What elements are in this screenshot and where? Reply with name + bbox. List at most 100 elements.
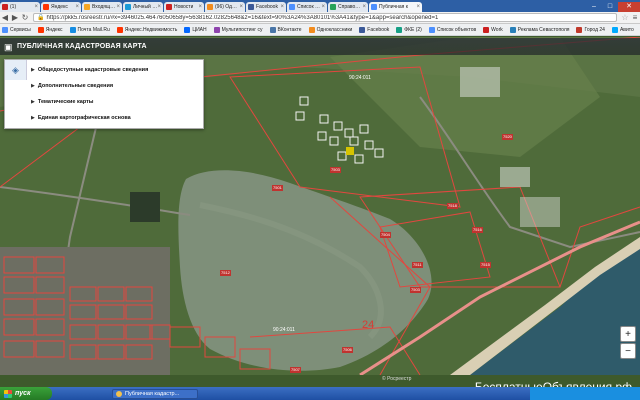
lock-icon: 🔒: [37, 15, 45, 21]
url-input[interactable]: 🔒 https://pkk5.rosreestr.ru/#x=3946025.4…: [33, 13, 617, 22]
bookmark-label: Яндекс.Недвижимость: [124, 26, 178, 33]
bookmark-favicon-icon: [2, 26, 8, 33]
bookmark-item[interactable]: Реклама Севастополя: [509, 26, 570, 33]
expand-arrow-icon: ▶: [31, 99, 35, 105]
bookmark-favicon-icon: [37, 26, 44, 33]
bookmark-item[interactable]: Авито: [611, 26, 634, 33]
browser-tab[interactable]: Личный кабин×: [123, 2, 163, 12]
map-label-kvartal-2: 90:24:011: [273, 327, 295, 333]
tab-close-icon[interactable]: ×: [198, 4, 202, 10]
map-label-parcel[interactable]: 7518: [447, 203, 458, 209]
taskbar-item-browser[interactable]: Публичная кадастр...: [112, 388, 198, 399]
bookmark-favicon-icon: [359, 26, 366, 33]
tab-favicon-icon: [289, 4, 295, 10]
bookmark-item[interactable]: Одноклассники: [308, 26, 352, 33]
map-label-parcel[interactable]: 7503: [330, 167, 341, 173]
map-label-parcel[interactable]: 7512: [220, 270, 231, 276]
panel-item-label: Общедоступные кадастровые сведения: [37, 67, 149, 73]
panel-item-basemap[interactable]: ▶ Единая картографическая основа: [31, 111, 131, 125]
maximize-button[interactable]: □: [602, 2, 618, 12]
bookmark-item[interactable]: Мультипостинг су: [213, 26, 263, 33]
browser-tab[interactable]: (1) ×: [0, 2, 40, 12]
bookmark-label: ВКонтакте: [277, 26, 302, 33]
start-button[interactable]: пуск: [0, 387, 52, 400]
tab-label: Публичная к: [379, 4, 408, 10]
system-tray: [530, 387, 640, 400]
tab-close-icon[interactable]: ×: [75, 4, 79, 10]
bookmark-favicon-icon: [213, 26, 220, 33]
tab-label: Личный кабин: [133, 4, 158, 10]
forward-icon[interactable]: ▶: [10, 13, 20, 22]
bookmark-item[interactable]: Список объектов: [428, 26, 476, 33]
tab-close-icon[interactable]: ×: [362, 4, 366, 10]
tab-close-icon[interactable]: ×: [321, 4, 325, 10]
bookmark-item[interactable]: Facebook: [359, 26, 390, 33]
minimize-button[interactable]: –: [586, 2, 602, 12]
bookmark-item[interactable]: Почта Mail.Ru: [69, 26, 110, 33]
bookmark-label: Город 24: [584, 26, 605, 33]
tab-favicon-icon: [125, 4, 131, 10]
app-title: ПУБЛИЧНАЯ КАДАСТРОВАЯ КАРТА: [17, 43, 147, 50]
bookmark-item[interactable]: Город 24: [576, 26, 605, 33]
map-label-parcel[interactable]: 7507: [290, 367, 301, 373]
tab-label: Список объект: [297, 4, 321, 10]
bookmark-item[interactable]: Яндекс.Недвижимость: [116, 26, 178, 33]
map-label-parcel[interactable]: 7520: [502, 134, 513, 140]
map-label-parcel[interactable]: 7511: [412, 262, 423, 268]
close-window-button[interactable]: ✕: [618, 2, 640, 12]
map-label-parcel[interactable]: 7515: [480, 262, 491, 268]
url-text: https://pkk5.rosreestr.ru/#x=3946025.464…: [46, 14, 439, 21]
panel-item-thematic[interactable]: ▶ Тематические карты: [31, 95, 94, 109]
address-bar: ◀ ▶ ↻ 🔒 https://pkk5.rosreestr.ru/#x=394…: [0, 12, 640, 24]
browser-tab[interactable]: Список объект×: [287, 2, 327, 12]
zoom-in-button[interactable]: +: [620, 326, 636, 342]
browser-tab[interactable]: (96) Одноклас×: [205, 2, 245, 12]
app-header: ▣ ПУБЛИЧНАЯ КАДАСТРОВАЯ КАРТА: [0, 38, 640, 55]
bookmark-label: Сервисы: [10, 26, 31, 33]
bookmark-item[interactable]: ВКонтакте: [269, 26, 302, 33]
bookmark-label: Work: [491, 26, 503, 33]
tab-close-icon[interactable]: ×: [34, 4, 38, 10]
browser-tab[interactable]: Facebook ×: [246, 2, 286, 12]
windows-taskbar: пуск Публичная кадастр...: [0, 387, 640, 400]
bookmark-label: ФКЕ (2): [404, 26, 422, 33]
tab-close-icon[interactable]: ×: [239, 4, 243, 10]
browser-tab[interactable]: Публичная к ×: [369, 2, 422, 12]
browser-tab[interactable]: Справочная×: [328, 2, 368, 12]
bookmark-label: Facebook: [367, 26, 390, 33]
bookmark-item[interactable]: Work: [483, 26, 503, 33]
bookmark-label: Реклама Севастополя: [517, 26, 570, 33]
bookmark-favicon-icon: [116, 26, 123, 33]
bookmark-item[interactable]: Яндекс: [37, 26, 63, 33]
bookmark-label: Мультипостинг су: [221, 26, 263, 33]
map-label-parcel[interactable]: 7501: [272, 185, 283, 191]
map-label-parcel[interactable]: 7506: [342, 347, 353, 353]
browser-tab[interactable]: Яндекс ×: [41, 2, 81, 12]
map-label-parcel[interactable]: 7503: [410, 287, 421, 293]
bookmark-star-icon[interactable]: ☆: [620, 13, 630, 22]
tab-close-icon[interactable]: ×: [280, 4, 284, 10]
bookmark-label: Авито: [619, 26, 634, 33]
map-label-24: 24: [362, 319, 375, 331]
menu-icon[interactable]: ≡: [630, 13, 640, 22]
zoom-out-button[interactable]: −: [620, 343, 636, 359]
back-icon[interactable]: ◀: [0, 13, 10, 22]
selected-parcel[interactable]: [346, 147, 354, 155]
browser-tab[interactable]: Новости ×: [164, 2, 204, 12]
tab-close-icon[interactable]: ×: [116, 4, 120, 10]
layers-toggle-icon[interactable]: ◈: [5, 60, 27, 80]
browser-tab[interactable]: Входящие —×: [82, 2, 122, 12]
reload-icon[interactable]: ↻: [20, 13, 30, 22]
map-label-parcel[interactable]: 7504: [380, 232, 391, 238]
bookmark-favicon-icon: [396, 26, 403, 33]
map-label-parcel[interactable]: 7516: [472, 227, 483, 233]
tab-close-icon[interactable]: ×: [416, 4, 420, 10]
panel-item-additional[interactable]: ▶ Дополнительные сведения: [31, 79, 113, 93]
bookmark-favicon-icon: [69, 26, 76, 33]
bookmark-item[interactable]: Сервисы: [2, 26, 31, 33]
panel-item-public-cadastral[interactable]: ▶ Общедоступные кадастровые сведения: [31, 63, 148, 77]
bookmark-item[interactable]: ЦИАН: [184, 26, 207, 33]
layers-panel: ◈ ▶ Общедоступные кадастровые сведения ▶…: [4, 59, 204, 129]
bookmark-item[interactable]: ФКЕ (2): [396, 26, 422, 33]
tab-close-icon[interactable]: ×: [157, 4, 161, 10]
